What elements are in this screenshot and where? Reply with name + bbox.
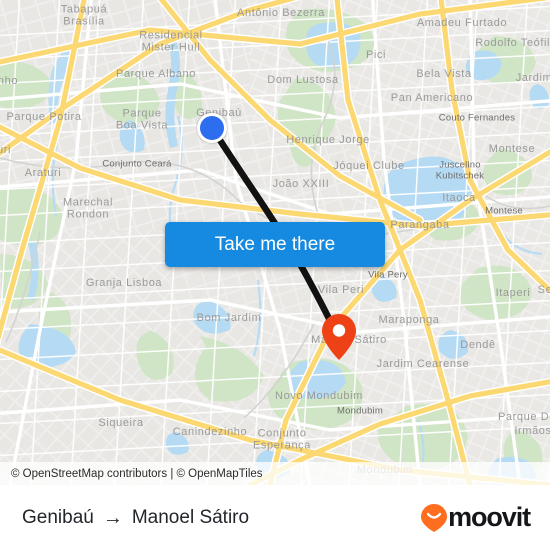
map-attribution: © OpenStreetMap contributors | © OpenMap… <box>0 462 550 485</box>
moovit-route-screen: Tabapuá Brasília Antônio Bezerra Amadeu Fur… <box>0 0 550 550</box>
moovit-wordmark: moovit <box>448 502 531 532</box>
route-destination-text: Manoel Sátiro <box>131 506 250 528</box>
moovit-logo[interactable]: moovit <box>421 502 531 533</box>
map-pin-icon <box>322 314 356 360</box>
origin-marker[interactable] <box>197 113 227 143</box>
moovit-pin-icon <box>421 503 448 532</box>
take-me-there-label: Take me there <box>214 233 336 255</box>
take-me-there-button[interactable]: Take me there <box>165 222 385 267</box>
destination-marker[interactable] <box>322 314 356 365</box>
footer-bar: Genibaú → Manoel Sátiro moovit <box>0 485 550 550</box>
attribution-text: © OpenStreetMap contributors | © OpenMap… <box>11 467 263 480</box>
route-summary: Genibaú → Manoel Sátiro <box>22 507 249 529</box>
arrow-right-icon: → <box>102 506 123 529</box>
route-origin-text: Genibaú <box>22 506 94 528</box>
